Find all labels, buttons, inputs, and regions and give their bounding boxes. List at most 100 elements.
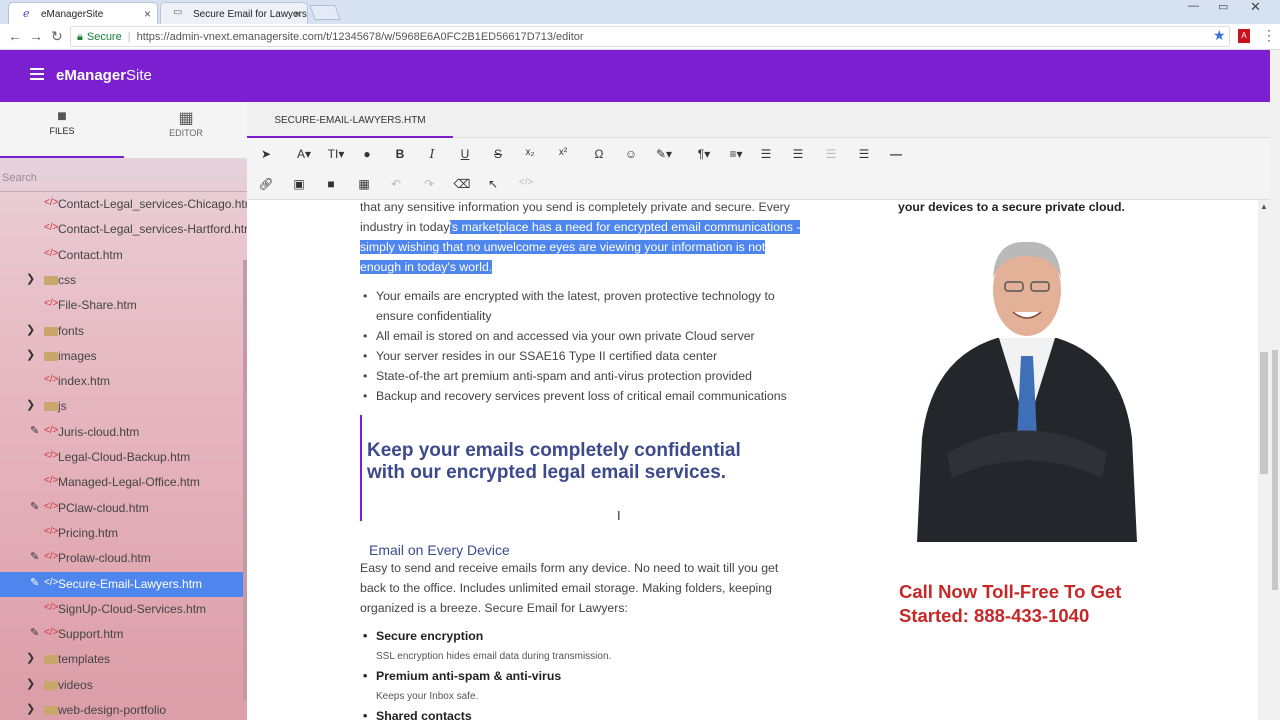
file-tree-item[interactable]: </> Contact-Legal_services-Hartford.htm (0, 217, 247, 242)
image-icon[interactable]: ▣ (288, 177, 310, 191)
subscript-icon[interactable]: x₂ (519, 147, 541, 158)
tab-files-label: FILES (49, 126, 75, 136)
special-char-icon[interactable]: Ω (588, 147, 610, 161)
close-tab-icon[interactable]: × (294, 7, 301, 21)
file-tree-folder[interactable]: ❯ fonts (0, 319, 247, 344)
close-tab-icon[interactable]: × (144, 7, 151, 21)
italic-icon[interactable]: I (421, 147, 443, 161)
file-tree-item[interactable]: ✎ </> Secure-Email-Lawyers.htm (0, 571, 247, 597)
page-scroll-thumb[interactable] (1272, 350, 1278, 590)
file-tab-secure-email-lawyers[interactable]: SECURE-EMAIL-LAWYERS.HTM (247, 102, 453, 138)
file-tree-folder[interactable]: ❯ templates (0, 647, 247, 672)
sidebar-tabs: ■ FILES ▦ EDITOR (0, 102, 247, 158)
bookmark-star-icon[interactable]: ★ (1213, 27, 1226, 44)
chevron-right-icon[interactable]: ❯ (26, 702, 35, 715)
code-file-icon: </> (44, 601, 59, 613)
file-tree-item[interactable]: </> Contact-Legal_services-Chicago.htm (0, 192, 247, 217)
hamburger-menu-icon[interactable] (30, 68, 44, 80)
ordered-list-icon[interactable]: ☰ (755, 147, 777, 161)
headline-line-2: with our encrypted legal email services. (367, 462, 727, 483)
chevron-right-icon[interactable]: ❯ (26, 651, 35, 664)
paragraph-style-icon[interactable]: ✎▾ (651, 147, 677, 161)
horizontal-line-icon[interactable]: — (885, 147, 907, 161)
tab-files[interactable]: ■ FILES (0, 102, 124, 158)
redo-icon[interactable]: ↷ (418, 177, 440, 191)
code-file-icon: </> (44, 374, 59, 386)
indent-icon[interactable]: ☰ (853, 147, 875, 161)
outdent-icon[interactable]: ☰ (820, 147, 842, 161)
new-tab-button[interactable] (309, 5, 341, 20)
pdf-extension-icon[interactable]: A (1238, 29, 1250, 43)
select-cursor-icon[interactable]: ↖ (482, 177, 504, 191)
document-canvas[interactable]: that any sensitive information you send … (247, 200, 1270, 720)
brand-bold: eManager (56, 67, 127, 84)
emanagersite-favicon-icon: e (23, 7, 30, 20)
forward-icon[interactable]: → (29, 28, 43, 44)
chevron-right-icon[interactable]: ❯ (26, 398, 35, 411)
file-tree-folder[interactable]: ❯ css (0, 268, 247, 293)
reload-icon[interactable]: ↻ (51, 28, 63, 45)
emoji-icon[interactable]: ☺ (620, 147, 642, 161)
browser-tab-secure-email[interactable]: ▭ Secure Email for Lawyers × (160, 2, 308, 24)
file-tree-item[interactable]: ✎ </> Support.htm (0, 622, 247, 647)
link-icon[interactable]: 🔗︎ (255, 177, 277, 191)
file-tree-item[interactable]: </> index.htm (0, 369, 247, 394)
url-field[interactable]: 🔒︎ Secure | https://admin-vnext.emanagersit… (70, 26, 1230, 47)
file-tree-folder[interactable]: ❯ images (0, 344, 247, 369)
minimize-icon[interactable]: — (1188, 0, 1199, 12)
font-size-icon[interactable]: TI▾ (323, 147, 349, 161)
file-tree-item[interactable]: ✎ </> Prolaw-cloud.htm (0, 546, 247, 571)
file-tree-folder[interactable]: ❯ js (0, 394, 247, 419)
browser-tab-emanagersite[interactable]: e eManagerSite × (8, 2, 158, 24)
strikethrough-icon[interactable]: S (487, 147, 509, 161)
file-name: images (58, 348, 97, 363)
file-name: videos (58, 677, 93, 692)
file-tree-item[interactable]: </> Pricing.htm (0, 521, 247, 546)
chevron-right-icon[interactable]: ❯ (26, 677, 35, 690)
file-name: Support.htm (58, 627, 124, 642)
feature-title: Secure encryption (363, 629, 483, 643)
brand-rest: Site (126, 67, 152, 84)
file-tree-folder[interactable]: ❯ videos (0, 673, 247, 698)
file-tree-item[interactable]: </> Managed-Legal-Office.htm (0, 470, 247, 495)
align-icon[interactable]: ≡▾ (723, 147, 749, 161)
lock-icon: 🔒︎ (77, 31, 83, 43)
file-search-input[interactable]: Search (0, 172, 247, 192)
file-tree-folder[interactable]: ❯ web-design-portfolio (0, 698, 247, 720)
send-icon[interactable]: ➤ (255, 147, 277, 161)
file-tree-item[interactable]: </> SignUp-Cloud-Services.htm (0, 597, 247, 622)
close-window-icon[interactable]: ✕ (1250, 0, 1261, 15)
maximize-icon[interactable]: ▭ (1218, 0, 1228, 13)
unordered-list-icon[interactable]: ☰ (787, 147, 809, 161)
file-tree-item[interactable]: ✎ </> PClaw-cloud.htm (0, 496, 247, 521)
chevron-right-icon[interactable]: ❯ (26, 348, 35, 361)
browser-menu-icon[interactable]: ⋮ (1262, 27, 1276, 44)
scroll-up-icon[interactable]: ▲ (1260, 202, 1268, 211)
folder-icon (44, 680, 58, 690)
document-scrollbar[interactable]: ▲ (1258, 200, 1270, 720)
eraser-icon[interactable]: ⌫ (451, 177, 473, 191)
file-tree-item[interactable]: </> Contact.htm (0, 243, 247, 268)
file-tree-item[interactable]: ✎ </> Juris-cloud.htm (0, 420, 247, 445)
font-family-icon[interactable]: A▾ (291, 147, 317, 161)
file-tree-item[interactable]: </> Legal-Cloud-Backup.htm (0, 445, 247, 470)
underline-icon[interactable]: U (454, 147, 476, 161)
document-scroll-thumb[interactable] (1260, 352, 1268, 474)
feature-desc: SSL encryption hides email data during t… (376, 651, 612, 662)
chevron-right-icon[interactable]: ❯ (26, 272, 35, 285)
code-view-icon[interactable]: </> (515, 177, 537, 188)
file-tree-item[interactable]: </> File-Share.htm (0, 293, 247, 318)
table-icon[interactable]: ▦ (353, 177, 375, 191)
undo-icon[interactable]: ↶ (385, 177, 407, 191)
folder-icon (44, 275, 58, 285)
back-icon[interactable]: ← (8, 28, 22, 44)
chevron-right-icon[interactable]: ❯ (26, 323, 35, 336)
video-icon[interactable]: ■ (320, 177, 342, 191)
app-header: eManagerSite (0, 50, 1270, 102)
bold-icon[interactable]: B (389, 147, 411, 161)
tab-editor[interactable]: ▦ EDITOR (124, 102, 247, 158)
page-scrollbar[interactable] (1270, 50, 1280, 720)
paragraph-format-icon[interactable]: ¶▾ (691, 147, 717, 161)
text-color-icon[interactable]: ● (356, 147, 378, 161)
superscript-icon[interactable]: x² (552, 147, 574, 158)
